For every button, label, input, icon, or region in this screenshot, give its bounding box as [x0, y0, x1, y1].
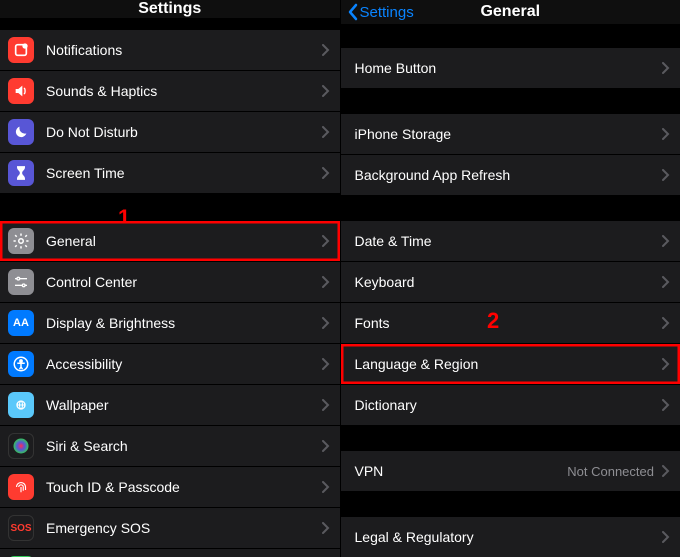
sounds-icon — [8, 78, 34, 104]
settings-item-touchid[interactable]: Touch ID & Passcode — [0, 467, 340, 508]
general-item-language-region[interactable]: Language & Region — [341, 344, 680, 385]
chevron-right-icon — [318, 235, 340, 247]
general-group-1: Home Button — [341, 48, 680, 88]
general-item-homebutton[interactable]: Home Button — [341, 48, 680, 88]
chevron-right-icon — [658, 62, 680, 74]
row-label: Screen Time — [44, 165, 318, 181]
row-label: Notifications — [44, 42, 318, 58]
chevron-right-icon — [658, 531, 680, 543]
chevron-right-icon — [658, 399, 680, 411]
general-item-legal[interactable]: Legal & Regulatory — [341, 517, 680, 557]
wallpaper-icon — [8, 392, 34, 418]
chevron-right-icon — [318, 317, 340, 329]
general-icon — [8, 228, 34, 254]
row-label: iPhone Storage — [355, 126, 659, 142]
general-group-4: VPN Not Connected — [341, 451, 680, 491]
screentime-icon — [8, 160, 34, 186]
general-pane: Settings General Home Button iPhone Stor… — [341, 0, 680, 557]
row-label: Touch ID & Passcode — [44, 479, 318, 495]
general-item-storage[interactable]: iPhone Storage — [341, 114, 680, 155]
row-label: VPN — [355, 463, 568, 479]
touchid-icon — [8, 474, 34, 500]
general-group-2: iPhone Storage Background App Refresh — [341, 114, 680, 195]
chevron-right-icon — [318, 126, 340, 138]
chevron-right-icon — [658, 465, 680, 477]
chevron-right-icon — [318, 167, 340, 179]
settings-title: Settings — [138, 0, 201, 18]
chevron-right-icon — [318, 85, 340, 97]
chevron-right-icon — [318, 44, 340, 56]
chevron-right-icon — [318, 522, 340, 534]
controlcenter-icon — [8, 269, 34, 295]
settings-item-sos[interactable]: SOS Emergency SOS — [0, 508, 340, 549]
settings-item-general[interactable]: General — [0, 221, 340, 262]
settings-group-1: Notifications Sounds & Haptics Do Not Di… — [0, 30, 340, 193]
settings-item-dnd[interactable]: Do Not Disturb — [0, 112, 340, 153]
row-label: Date & Time — [355, 233, 659, 249]
chevron-right-icon — [318, 440, 340, 452]
general-group-5: Legal & Regulatory — [341, 517, 680, 557]
row-label: Control Center — [44, 274, 318, 290]
settings-item-display[interactable]: AA Display & Brightness — [0, 303, 340, 344]
general-item-keyboard[interactable]: Keyboard — [341, 262, 680, 303]
general-item-bgrefresh[interactable]: Background App Refresh — [341, 155, 680, 195]
chevron-left-icon — [347, 3, 359, 21]
row-label: Fonts — [355, 315, 659, 331]
settings-group-2: General Control Center AA Display & Brig… — [0, 221, 340, 557]
chevron-right-icon — [318, 481, 340, 493]
dnd-icon — [8, 119, 34, 145]
chevron-right-icon — [318, 399, 340, 411]
chevron-right-icon — [658, 235, 680, 247]
row-label: Siri & Search — [44, 438, 318, 454]
settings-item-accessibility[interactable]: Accessibility — [0, 344, 340, 385]
general-item-dictionary[interactable]: Dictionary — [341, 385, 680, 425]
row-detail: Not Connected — [567, 464, 654, 479]
chevron-right-icon — [658, 276, 680, 288]
chevron-right-icon — [658, 169, 680, 181]
settings-item-sounds[interactable]: Sounds & Haptics — [0, 71, 340, 112]
accessibility-icon — [8, 351, 34, 377]
chevron-right-icon — [318, 358, 340, 370]
row-label: Dictionary — [355, 397, 659, 413]
general-group-3: Date & Time Keyboard Fonts Language & Re… — [341, 221, 680, 425]
settings-item-notifications[interactable]: Notifications — [0, 30, 340, 71]
settings-item-screentime[interactable]: Screen Time — [0, 153, 340, 193]
general-item-datetime[interactable]: Date & Time — [341, 221, 680, 262]
notifications-icon — [8, 37, 34, 63]
chevron-right-icon — [318, 276, 340, 288]
row-label: Accessibility — [44, 356, 318, 372]
settings-item-siri[interactable]: Siri & Search — [0, 426, 340, 467]
general-item-fonts[interactable]: Fonts — [341, 303, 680, 344]
general-item-vpn[interactable]: VPN Not Connected — [341, 451, 680, 491]
back-label: Settings — [360, 4, 414, 21]
row-label: Background App Refresh — [355, 167, 659, 183]
settings-item-controlcenter[interactable]: Control Center — [0, 262, 340, 303]
settings-header: Settings — [0, 0, 340, 18]
sos-icon: SOS — [8, 515, 34, 541]
row-label: Language & Region — [355, 356, 659, 372]
row-label: General — [44, 233, 318, 249]
settings-item-battery[interactable]: Battery — [0, 549, 340, 557]
general-title: General — [480, 3, 540, 21]
row-label: Emergency SOS — [44, 520, 318, 536]
row-label: Home Button — [355, 60, 659, 76]
chevron-right-icon — [658, 317, 680, 329]
settings-item-wallpaper[interactable]: Wallpaper — [0, 385, 340, 426]
back-button[interactable]: Settings — [347, 0, 414, 24]
row-label: Display & Brightness — [44, 315, 318, 331]
general-header: Settings General — [341, 0, 680, 24]
display-icon: AA — [8, 310, 34, 336]
chevron-right-icon — [658, 358, 680, 370]
row-label: Legal & Regulatory — [355, 529, 659, 545]
siri-icon — [8, 433, 34, 459]
row-label: Sounds & Haptics — [44, 83, 318, 99]
row-label: Do Not Disturb — [44, 124, 318, 140]
chevron-right-icon — [658, 128, 680, 140]
row-label: Wallpaper — [44, 397, 318, 413]
row-label: Keyboard — [355, 274, 659, 290]
settings-pane: Settings Notifications Sounds & Haptics — [0, 0, 341, 557]
